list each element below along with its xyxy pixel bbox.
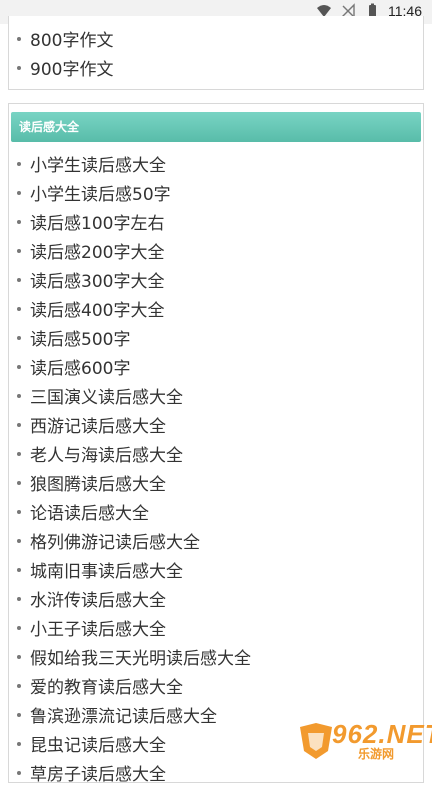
list-item-link[interactable]: 爱的教育读后感大全 <box>30 673 183 698</box>
list-item[interactable]: 小学生读后感50字 <box>17 178 251 207</box>
list-item-link[interactable]: 读后感400字大全 <box>30 296 164 321</box>
bullet-icon <box>17 336 21 340</box>
list-item-link[interactable]: 鲁滨逊漂流记读后感大全 <box>30 702 217 727</box>
bullet-icon <box>17 220 21 224</box>
list-item-link[interactable]: 小王子读后感大全 <box>30 615 166 640</box>
bullet-icon <box>17 37 21 41</box>
list-item[interactable]: 西游记读后感大全 <box>17 410 251 439</box>
list-item-link[interactable]: 假如给我三天光明读后感大全 <box>30 644 251 669</box>
list-item[interactable]: 三国演义读后感大全 <box>17 381 251 410</box>
list-item[interactable]: 小王子读后感大全 <box>17 613 251 642</box>
list-item-link[interactable]: 狼图腾读后感大全 <box>30 470 166 495</box>
list-item[interactable]: 读后感100字左右 <box>17 207 251 236</box>
list-item-link[interactable]: 论语读后感大全 <box>30 499 149 524</box>
bullet-icon <box>17 249 21 253</box>
list-item[interactable]: 假如给我三天光明读后感大全 <box>17 642 251 671</box>
list-item-link[interactable]: 读后感300字大全 <box>30 267 164 292</box>
list-item[interactable]: 读后感200字大全 <box>17 236 251 265</box>
bullet-icon <box>17 510 21 514</box>
bullet-icon <box>17 597 21 601</box>
list-item[interactable]: 900字作文 <box>17 53 113 82</box>
bullet-icon <box>17 684 21 688</box>
reading-reflections-panel: 读后感大全 小学生读后感大全小学生读后感50字读后感100字左右读后感200字大… <box>8 103 424 783</box>
list-item[interactable]: 格列佛游记读后感大全 <box>17 526 251 555</box>
bullet-icon <box>17 742 21 746</box>
bullet-icon <box>17 394 21 398</box>
list-item[interactable]: 昆虫记读后感大全 <box>17 729 251 758</box>
bullet-icon <box>17 66 21 70</box>
list-item[interactable]: 草房子读后感大全 <box>17 758 251 787</box>
list-item[interactable]: 城南旧事读后感大全 <box>17 555 251 584</box>
bullet-icon <box>17 481 21 485</box>
essay-list-panel: 800字作文 900字作文 <box>8 16 424 90</box>
list-item[interactable]: 读后感500字 <box>17 323 251 352</box>
watermark-subtitle: 乐游网 <box>358 745 394 762</box>
list-item-link[interactable]: 格列佛游记读后感大全 <box>30 528 200 553</box>
list-item[interactable]: 爱的教育读后感大全 <box>17 671 251 700</box>
list-item-link[interactable]: 读后感500字 <box>30 325 130 350</box>
list-item-link[interactable]: 水浒传读后感大全 <box>30 586 166 611</box>
list-item[interactable]: 读后感300字大全 <box>17 265 251 294</box>
list-item-link[interactable]: 800字作文 <box>30 26 113 51</box>
list-item-link[interactable]: 小学生读后感大全 <box>30 151 166 176</box>
bullet-icon <box>17 365 21 369</box>
bullet-icon <box>17 539 21 543</box>
list-item-link[interactable]: 西游记读后感大全 <box>30 412 166 437</box>
reflection-link-list: 小学生读后感大全小学生读后感50字读后感100字左右读后感200字大全读后感30… <box>17 149 251 787</box>
bullet-icon <box>17 452 21 456</box>
list-item-link[interactable]: 昆虫记读后感大全 <box>30 731 166 756</box>
bullet-icon <box>17 278 21 282</box>
essay-link-list: 800字作文 900字作文 <box>17 24 113 82</box>
list-item-link[interactable]: 老人与海读后感大全 <box>30 441 183 466</box>
list-item[interactable]: 小学生读后感大全 <box>17 149 251 178</box>
list-item[interactable]: 读后感600字 <box>17 352 251 381</box>
list-item-link[interactable]: 城南旧事读后感大全 <box>30 557 183 582</box>
watermark-logo-icon <box>296 721 336 761</box>
bullet-icon <box>17 307 21 311</box>
list-item-link[interactable]: 三国演义读后感大全 <box>30 383 183 408</box>
list-item[interactable]: 水浒传读后感大全 <box>17 584 251 613</box>
list-item-link[interactable]: 读后感600字 <box>30 354 130 379</box>
bullet-icon <box>17 771 21 775</box>
list-item[interactable]: 老人与海读后感大全 <box>17 439 251 468</box>
bullet-icon <box>17 626 21 630</box>
section-title: 读后感大全 <box>11 112 421 142</box>
list-item-link[interactable]: 草房子读后感大全 <box>30 760 166 785</box>
list-item-link[interactable]: 900字作文 <box>30 55 113 80</box>
list-item[interactable]: 800字作文 <box>17 24 113 53</box>
list-item-link[interactable]: 读后感100字左右 <box>30 209 164 234</box>
site-watermark: 962.NET 乐游网 <box>296 721 426 761</box>
bullet-icon <box>17 568 21 572</box>
list-item[interactable]: 狼图腾读后感大全 <box>17 468 251 497</box>
list-item[interactable]: 读后感400字大全 <box>17 294 251 323</box>
list-item-link[interactable]: 读后感200字大全 <box>30 238 164 263</box>
bullet-icon <box>17 713 21 717</box>
list-item[interactable]: 论语读后感大全 <box>17 497 251 526</box>
list-item[interactable]: 鲁滨逊漂流记读后感大全 <box>17 700 251 729</box>
bullet-icon <box>17 191 21 195</box>
bullet-icon <box>17 162 21 166</box>
bullet-icon <box>17 655 21 659</box>
bullet-icon <box>17 423 21 427</box>
list-item-link[interactable]: 小学生读后感50字 <box>30 180 171 205</box>
